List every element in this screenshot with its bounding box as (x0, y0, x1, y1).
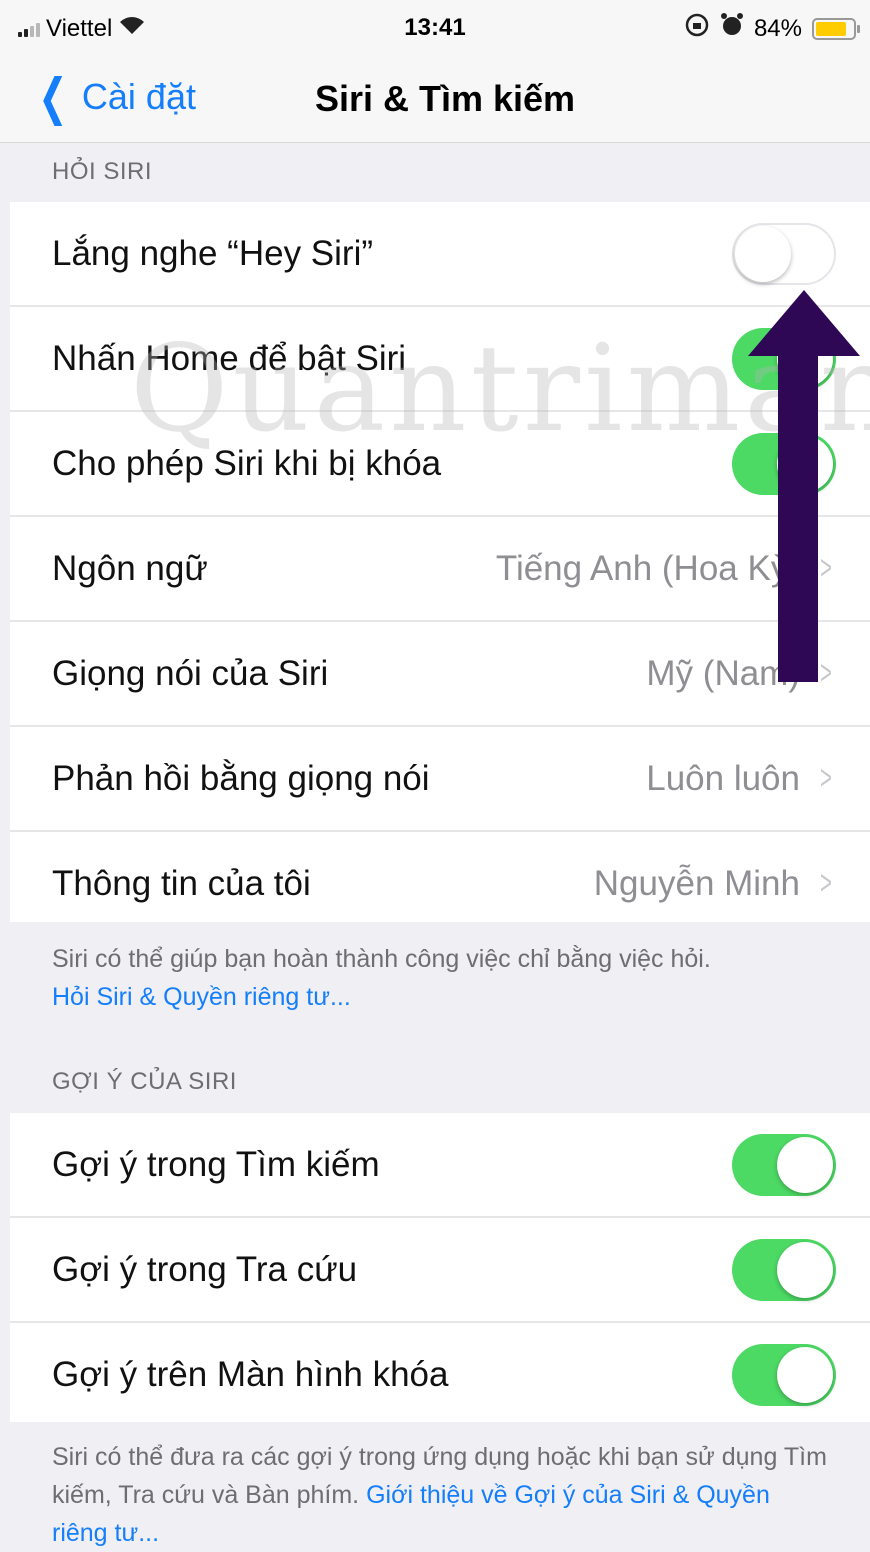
chevron-right-icon: > (820, 864, 833, 902)
row-hey-siri[interactable]: Lắng nghe “Hey Siri” (10, 202, 870, 307)
status-bar: Viettel 13:41 84% (0, 0, 870, 58)
row-label: Phản hồi bằng giọng nói (52, 758, 430, 798)
row-suggestions-lookup[interactable]: Gợi ý trong Tra cứu (10, 1218, 870, 1323)
row-allow-locked[interactable]: Cho phép Siri khi bị khóa (10, 412, 870, 517)
row-label: Ngôn ngữ (52, 548, 208, 588)
toggle-knob (777, 435, 833, 492)
press-home-toggle[interactable] (732, 327, 836, 390)
battery-icon (812, 17, 860, 40)
battery-fill (816, 21, 847, 36)
row-my-info[interactable]: Thông tin của tôi Nguyễn Minh > (10, 832, 870, 935)
suggestions-group: Gợi ý trong Tìm kiếm Gợi ý trong Tra cứu… (10, 1113, 870, 1422)
row-suggestions-lockscreen[interactable]: Gợi ý trên Màn hình khóa (10, 1323, 870, 1426)
suggestions-search-toggle[interactable] (732, 1133, 836, 1196)
row-value: Mỹ (Nam) (646, 653, 800, 693)
chevron-right-icon: > (820, 654, 833, 692)
ask-siri-group: Lắng nghe “Hey Siri” Nhấn Home để bật Si… (10, 202, 870, 922)
section-header-ask-siri: HỎI SIRI (52, 158, 153, 185)
alarm-icon (720, 12, 744, 45)
ask-siri-footer: Siri có thể giúp bạn hoàn thành công việ… (52, 940, 832, 1016)
chevron-right-icon: > (820, 759, 833, 797)
row-language[interactable]: Ngôn ngữ Tiếng Anh (Hoa Kỳ) > (10, 517, 870, 622)
suggestions-footer: Siri có thể đưa ra các gợi ý trong ứng d… (52, 1438, 832, 1552)
toggle-knob (777, 1136, 833, 1193)
row-label: Gợi ý trong Tìm kiếm (52, 1144, 380, 1184)
page-title: Siri & Tìm kiếm (314, 78, 576, 119)
row-label: Nhấn Home để bật Siri (52, 338, 407, 378)
row-value: Luôn luôn (646, 758, 800, 798)
toggle-knob (735, 225, 791, 282)
row-value: Nguyễn Minh (593, 863, 800, 903)
toggle-knob (777, 1346, 833, 1403)
row-suggestions-search[interactable]: Gợi ý trong Tìm kiếm (10, 1113, 870, 1218)
allow-locked-toggle[interactable] (732, 432, 836, 495)
row-label: Gợi ý trong Tra cứu (52, 1249, 358, 1289)
footer-text: Siri có thể giúp bạn hoàn thành công việ… (52, 945, 711, 973)
row-label: Thông tin của tôi (52, 863, 311, 903)
status-right: 84% (684, 12, 860, 45)
row-label: Giọng nói của Siri (52, 653, 329, 693)
row-label: Cho phép Siri khi bị khóa (52, 443, 442, 483)
orientation-lock-icon (684, 12, 710, 45)
navigation-bar: ❮ Cài đặt Siri & Tìm kiếm (0, 58, 870, 143)
row-label: Lắng nghe “Hey Siri” (52, 233, 373, 273)
toggle-knob (777, 1241, 833, 1298)
battery-percent: 84% (753, 14, 802, 42)
row-voice-feedback[interactable]: Phản hồi bằng giọng nói Luôn luôn > (10, 727, 870, 832)
hey-siri-toggle[interactable] (732, 222, 836, 285)
suggestions-lockscreen-toggle[interactable] (732, 1343, 836, 1406)
chevron-right-icon: > (820, 549, 833, 587)
suggestions-lookup-toggle[interactable] (732, 1238, 836, 1301)
row-siri-voice[interactable]: Giọng nói của Siri Mỹ (Nam) > (10, 622, 870, 727)
toggle-knob (777, 330, 833, 387)
row-value: Tiếng Anh (Hoa Kỳ) (495, 548, 800, 588)
section-header-suggestions: GỢI Ý CỦA SIRI (52, 1068, 237, 1095)
privacy-link[interactable]: Hỏi Siri & Quyền riêng tư... (52, 983, 351, 1011)
row-press-home[interactable]: Nhấn Home để bật Siri (10, 307, 870, 412)
row-label: Gợi ý trên Màn hình khóa (52, 1354, 449, 1394)
